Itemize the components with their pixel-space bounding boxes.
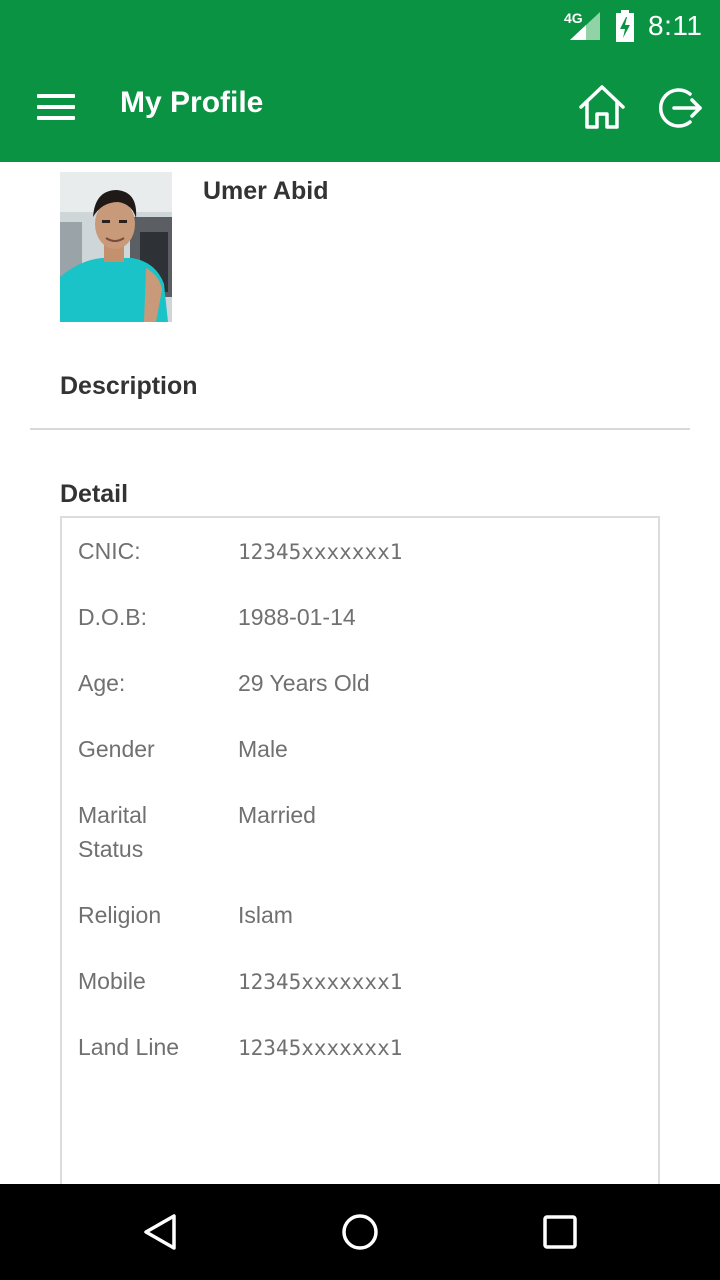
detail-heading: Detail (60, 480, 129, 508)
avatar (60, 172, 172, 322)
detail-value: 29 Years Old (238, 670, 370, 696)
detail-panel: CNIC: 12345xxxxxxx1 D.O.B: 1988-01-14 Ag… (60, 516, 660, 1218)
detail-value: 12345xxxxxxx1 (238, 970, 403, 994)
detail-label: Marital Status (78, 802, 148, 862)
detail-label: Religion (78, 902, 162, 928)
detail-label: Age: (78, 670, 126, 696)
description-heading: Description (60, 372, 198, 400)
battery-charging-icon (614, 10, 636, 42)
divider (30, 428, 690, 430)
detail-value: Married (238, 802, 316, 828)
home-icon[interactable] (574, 80, 630, 136)
status-bar: 4G 8:11 (0, 0, 720, 52)
detail-label: Mobile (78, 968, 146, 994)
detail-label: D.O.B: (78, 604, 148, 630)
detail-value: 12345xxxxxxx1 (238, 540, 403, 564)
detail-value: Islam (238, 902, 293, 928)
navigation-bar (0, 1184, 720, 1280)
app-bar: My Profile (0, 52, 720, 162)
home-circle-icon[interactable] (336, 1208, 384, 1256)
back-icon[interactable] (136, 1208, 184, 1256)
detail-label: Gender (78, 736, 155, 762)
detail-value: Male (238, 736, 288, 762)
page-title: My Profile (120, 86, 264, 119)
detail-value: 1988-01-14 (238, 604, 356, 630)
menu-icon[interactable] (30, 85, 82, 129)
profile-name: Umer Abid (203, 177, 329, 205)
logout-icon[interactable] (650, 80, 706, 136)
detail-label: Land Line (78, 1034, 180, 1060)
clock: 8:11 (648, 10, 703, 41)
recents-icon[interactable] (536, 1208, 584, 1256)
detail-label: CNIC: (78, 538, 141, 564)
detail-value: 12345xxxxxxx1 (238, 1036, 403, 1060)
signal-icon: 4G (564, 10, 602, 42)
